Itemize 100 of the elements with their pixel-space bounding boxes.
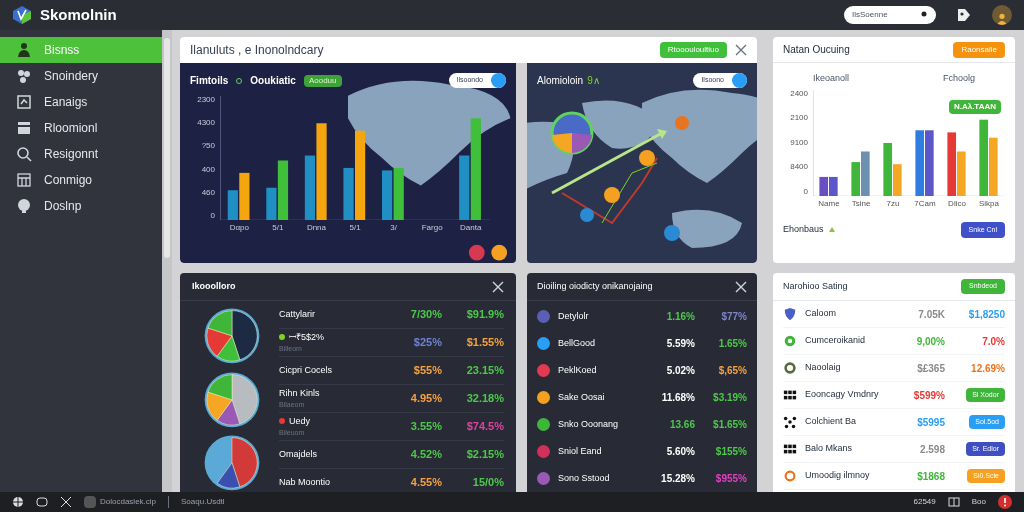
metric-value: $599% <box>912 388 945 403</box>
change-value: 15/0% <box>471 475 504 491</box>
card-title: Narohioo Sating <box>783 279 849 293</box>
row-label: Caloom <box>805 307 837 321</box>
axis-category-label: Fargo <box>421 222 443 234</box>
bar <box>851 161 861 196</box>
card-title: Dioiling oiodicty onikanojaing <box>537 279 654 293</box>
globe-icon[interactable] <box>12 496 24 508</box>
sidebar-label: Snoindery <box>44 68 99 85</box>
alert-icon[interactable] <box>998 495 1012 509</box>
app-name: Skomolnin <box>40 4 117 25</box>
metric-value: $£365 <box>916 361 945 376</box>
status-label: Boo <box>971 496 986 508</box>
share-value: 13.66 <box>668 418 695 432</box>
share-value: 7/30% <box>409 307 442 323</box>
axis-tick-label: 460 <box>201 188 215 197</box>
ring-icon <box>783 469 797 483</box>
tools-icon[interactable] <box>60 496 72 508</box>
status-count: 62549 <box>913 496 936 508</box>
axis-category-label: 5/1 <box>349 222 361 234</box>
axis-category-label: Name <box>818 197 840 210</box>
result-value: $1,8250 <box>968 307 1005 322</box>
panel-subtitle: Ooukiatic <box>250 74 296 88</box>
change-value: $955% <box>714 472 747 486</box>
grid-icon <box>783 388 797 402</box>
row-label: Detylolr <box>558 309 590 323</box>
chart-icon <box>16 94 32 110</box>
logo-icon <box>12 5 32 25</box>
bar <box>819 176 829 196</box>
change-value: $91.9% <box>465 307 504 323</box>
share-value: $25% <box>412 335 442 351</box>
row-label: Nab Moontio <box>279 475 331 489</box>
result-value: 12.69% <box>971 361 1005 376</box>
row-label: Uedy <box>289 414 310 428</box>
axis-title: Ikeoanoll <box>813 72 850 85</box>
axis-tick-label: 8400 <box>790 163 808 171</box>
sidebar-label: Rloomionl <box>44 120 98 137</box>
axis-tick-label: 9100 <box>790 138 808 147</box>
axis-category-label: 7zu <box>886 197 900 210</box>
sidebar-label: Conmigo <box>44 172 93 189</box>
row-label: Sniol Eand <box>558 444 603 458</box>
sidebar-item[interactable]: Resigonnt <box>0 141 162 167</box>
chat-icon[interactable] <box>36 496 48 508</box>
metric-value: 7.05K <box>917 307 945 322</box>
card-title: Ilanuluts , e Inonolndcary <box>190 42 325 59</box>
panel-title: Alomioloin <box>537 74 584 88</box>
metric-value: 2.598 <box>918 442 945 457</box>
taskbar-file[interactable]: Dolocdaslek.cip <box>84 496 157 508</box>
change-value: $77% <box>720 310 747 324</box>
search-icon <box>16 146 32 162</box>
avatar[interactable] <box>992 5 1012 25</box>
row-label: Cumceroikanid <box>805 334 867 348</box>
row-label: Snko Ooonang <box>558 417 620 431</box>
row-label: Rihn Kinls <box>279 386 320 400</box>
grid-icon <box>783 442 797 456</box>
sidebar-item[interactable]: Rloomionl <box>0 115 162 141</box>
arrow-up-icon <box>827 225 836 234</box>
axis-category-label: Sikpa <box>979 197 999 210</box>
sidebar-item[interactable]: Snoindery <box>0 63 162 89</box>
row-label: Cattylarir <box>279 307 315 321</box>
bar <box>393 167 404 220</box>
row-label: Naoolaig <box>805 361 842 375</box>
sidebar-item[interactable]: Conmigo <box>0 167 162 193</box>
axis-tick-label: 0 <box>210 211 215 220</box>
axis-tick-label: ?50 <box>201 142 215 151</box>
change-value: 1.65% <box>717 337 747 351</box>
change-value: $3.19% <box>712 391 747 405</box>
window-icon[interactable] <box>947 496 960 508</box>
share-value: 5.02% <box>665 364 695 378</box>
user-tag-icon[interactable] <box>956 7 972 23</box>
taskbar-task[interactable]: Soaqu.Usdtl <box>181 496 225 508</box>
sidebar-item[interactable]: Eanaigs <box>0 89 162 115</box>
axis-category-label: 3/ <box>390 222 397 234</box>
value-badge: Ν.Αλ.ΤΑΑΝ <box>948 99 1001 114</box>
close-button[interactable] <box>735 44 747 56</box>
sidebar-label: Bisnss <box>44 42 80 59</box>
bar <box>861 151 870 196</box>
change-value: $2.15% <box>465 447 504 463</box>
axis-category-label: Dlico <box>948 197 966 210</box>
row-label: Eooncagy Vmdnry <box>805 388 880 402</box>
row-label: Colchient Ba <box>805 415 858 429</box>
share-value: 1.16% <box>665 310 695 324</box>
share-value: 4.95% <box>409 391 442 407</box>
trend-text: 9∧ <box>587 74 600 88</box>
axis-category-label: Dαpo <box>229 222 249 234</box>
sidebar-item[interactable]: Doslnp <box>0 193 162 219</box>
axis-category-label: 7Cam <box>914 197 936 210</box>
axis-tick-label: 0 <box>803 187 808 196</box>
status-badge: Raonsaile <box>953 41 1005 58</box>
share-value: $55% <box>412 363 442 379</box>
share-value: 4.52% <box>409 447 442 463</box>
dots-icon <box>16 68 32 84</box>
sidebar-label: Eanaigs <box>44 94 88 111</box>
search-field[interactable]: IlsSoenne <box>844 6 936 24</box>
change-value: $,65% <box>717 364 747 378</box>
row-label: Balo Mkans <box>805 442 854 456</box>
axis-tick-label: 2400 <box>790 89 808 98</box>
person-icon <box>16 42 32 58</box>
row-label: Sake Oosai <box>558 390 606 404</box>
axis-category-label: Danta <box>460 222 482 234</box>
